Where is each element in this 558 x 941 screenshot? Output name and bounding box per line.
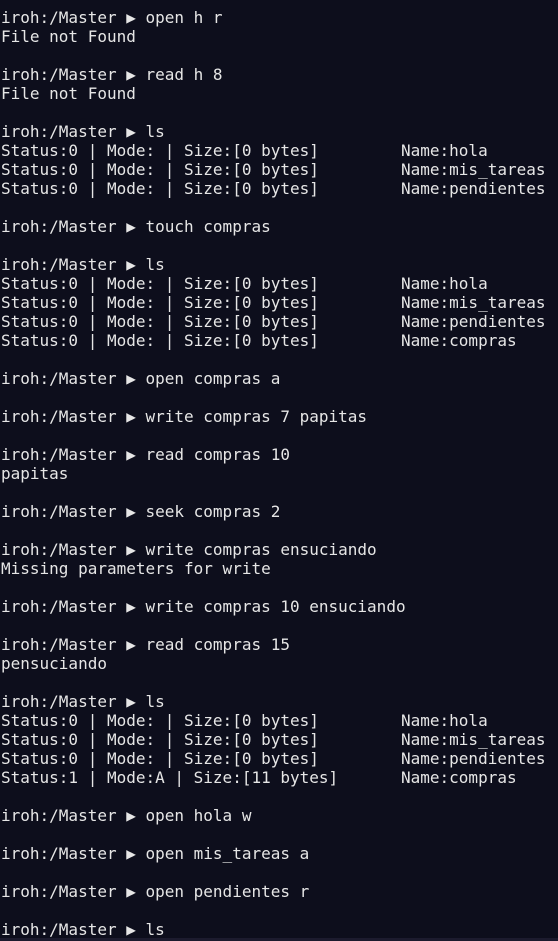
- output-line: pensuciando: [1, 654, 107, 673]
- command-line: iroh:/Master ▶ write compras 10 ensucian…: [1, 597, 406, 616]
- ls-row: Status:0 | Mode: | Size:[0 bytes] Name:mi…: [0, 160, 558, 179]
- ls-file-name: Name:compras: [401, 331, 517, 350]
- command-line: iroh:/Master ▶ open h r: [1, 8, 223, 27]
- ls-file-name: Name:pendientes: [401, 749, 546, 768]
- ls-row: Status:0 | Mode: | Size:[0 bytes] Name:pe…: [0, 749, 558, 768]
- ls-file-info: Status:0 | Mode: | Size:[0 bytes]: [1, 274, 319, 293]
- ls-file-info: Status:0 | Mode: | Size:[0 bytes]: [1, 312, 319, 331]
- ls-row: Status:0 | Mode: | Size:[0 bytes] Name:mi…: [0, 293, 558, 312]
- ls-file-name: Name:compras: [401, 768, 517, 787]
- ls-file-name: Name:mis_tareas: [401, 730, 546, 749]
- ls-row: Status:0 | Mode: | Size:[0 bytes] Name:ho…: [0, 141, 558, 160]
- command-line: iroh:/Master ▶ open compras a: [1, 369, 281, 388]
- ls-row: Status:0 | Mode: | Size:[0 bytes] Name:ho…: [0, 274, 558, 293]
- ls-file-name: Name:mis_tareas: [401, 160, 546, 179]
- command-line: iroh:/Master ▶ write compras ensuciando: [1, 540, 377, 559]
- ls-file-name: Name:hola: [401, 274, 488, 293]
- ls-file-name: Name:hola: [401, 141, 488, 160]
- command-line: iroh:/Master ▶ seek compras 2: [1, 502, 281, 521]
- terminal-window[interactable]: iroh:/Master ▶ open h r File not Found iro…: [0, 0, 558, 941]
- output-line: File not Found: [1, 84, 136, 103]
- ls-file-info: Status:0 | Mode: | Size:[0 bytes]: [1, 293, 319, 312]
- command-line: iroh:/Master ▶ ls: [1, 255, 165, 274]
- command-line: iroh:/Master ▶ read h 8: [1, 65, 223, 84]
- command-line: iroh:/Master ▶ ls: [1, 122, 165, 141]
- output-line: papitas: [1, 464, 69, 483]
- ls-row: Status:0 | Mode: | Size:[0 bytes] Name:pe…: [0, 179, 558, 198]
- command-line: iroh:/Master ▶ open hola w: [1, 806, 252, 825]
- ls-file-info: Status:0 | Mode: | Size:[0 bytes]: [1, 331, 319, 350]
- ls-file-info: Status:0 | Mode: | Size:[0 bytes]: [1, 749, 319, 768]
- command-line: iroh:/Master ▶ touch compras: [1, 217, 271, 236]
- ls-file-info: Status:0 | Mode: | Size:[0 bytes]: [1, 711, 319, 730]
- command-line: iroh:/Master ▶ ls: [1, 692, 165, 711]
- ls-file-info: Status:0 | Mode: | Size:[0 bytes]: [1, 141, 319, 160]
- ls-file-name: Name:pendientes: [401, 312, 546, 331]
- ls-row: Status:0 | Mode: | Size:[0 bytes] Name:pe…: [0, 312, 558, 331]
- ls-file-name: Name:hola: [401, 711, 488, 730]
- command-line: iroh:/Master ▶ open pendientes r: [1, 882, 310, 901]
- ls-file-info: Status:0 | Mode: | Size:[0 bytes]: [1, 160, 319, 179]
- command-line: iroh:/Master ▶ write compras 7 papitas: [1, 407, 368, 426]
- ls-file-info: Status:0 | Mode: | Size:[0 bytes]: [1, 730, 319, 749]
- ls-file-name: Name:pendientes: [401, 179, 546, 198]
- command-line: iroh:/Master ▶ ls: [1, 920, 165, 939]
- output-line: Missing parameters for write: [1, 559, 271, 578]
- command-line: iroh:/Master ▶ read compras 15: [1, 635, 290, 654]
- ls-row: Status:0 | Mode: | Size:[0 bytes] Name:mi…: [0, 730, 558, 749]
- output-line: File not Found: [1, 27, 136, 46]
- ls-row: Status:0 | Mode: | Size:[0 bytes] Name:co…: [0, 331, 558, 350]
- ls-file-info: Status:0 | Mode: | Size:[0 bytes]: [1, 179, 319, 198]
- ls-row: Status:1 | Mode:A | Size:[11 bytes] Name:…: [0, 768, 558, 787]
- command-line: iroh:/Master ▶ open mis_tareas a: [1, 844, 310, 863]
- ls-file-name: Name:mis_tareas: [401, 293, 546, 312]
- ls-file-info: Status:1 | Mode:A | Size:[11 bytes]: [1, 768, 339, 787]
- ls-row: Status:0 | Mode: | Size:[0 bytes] Name:ho…: [0, 711, 558, 730]
- command-line: iroh:/Master ▶ read compras 10: [1, 445, 290, 464]
